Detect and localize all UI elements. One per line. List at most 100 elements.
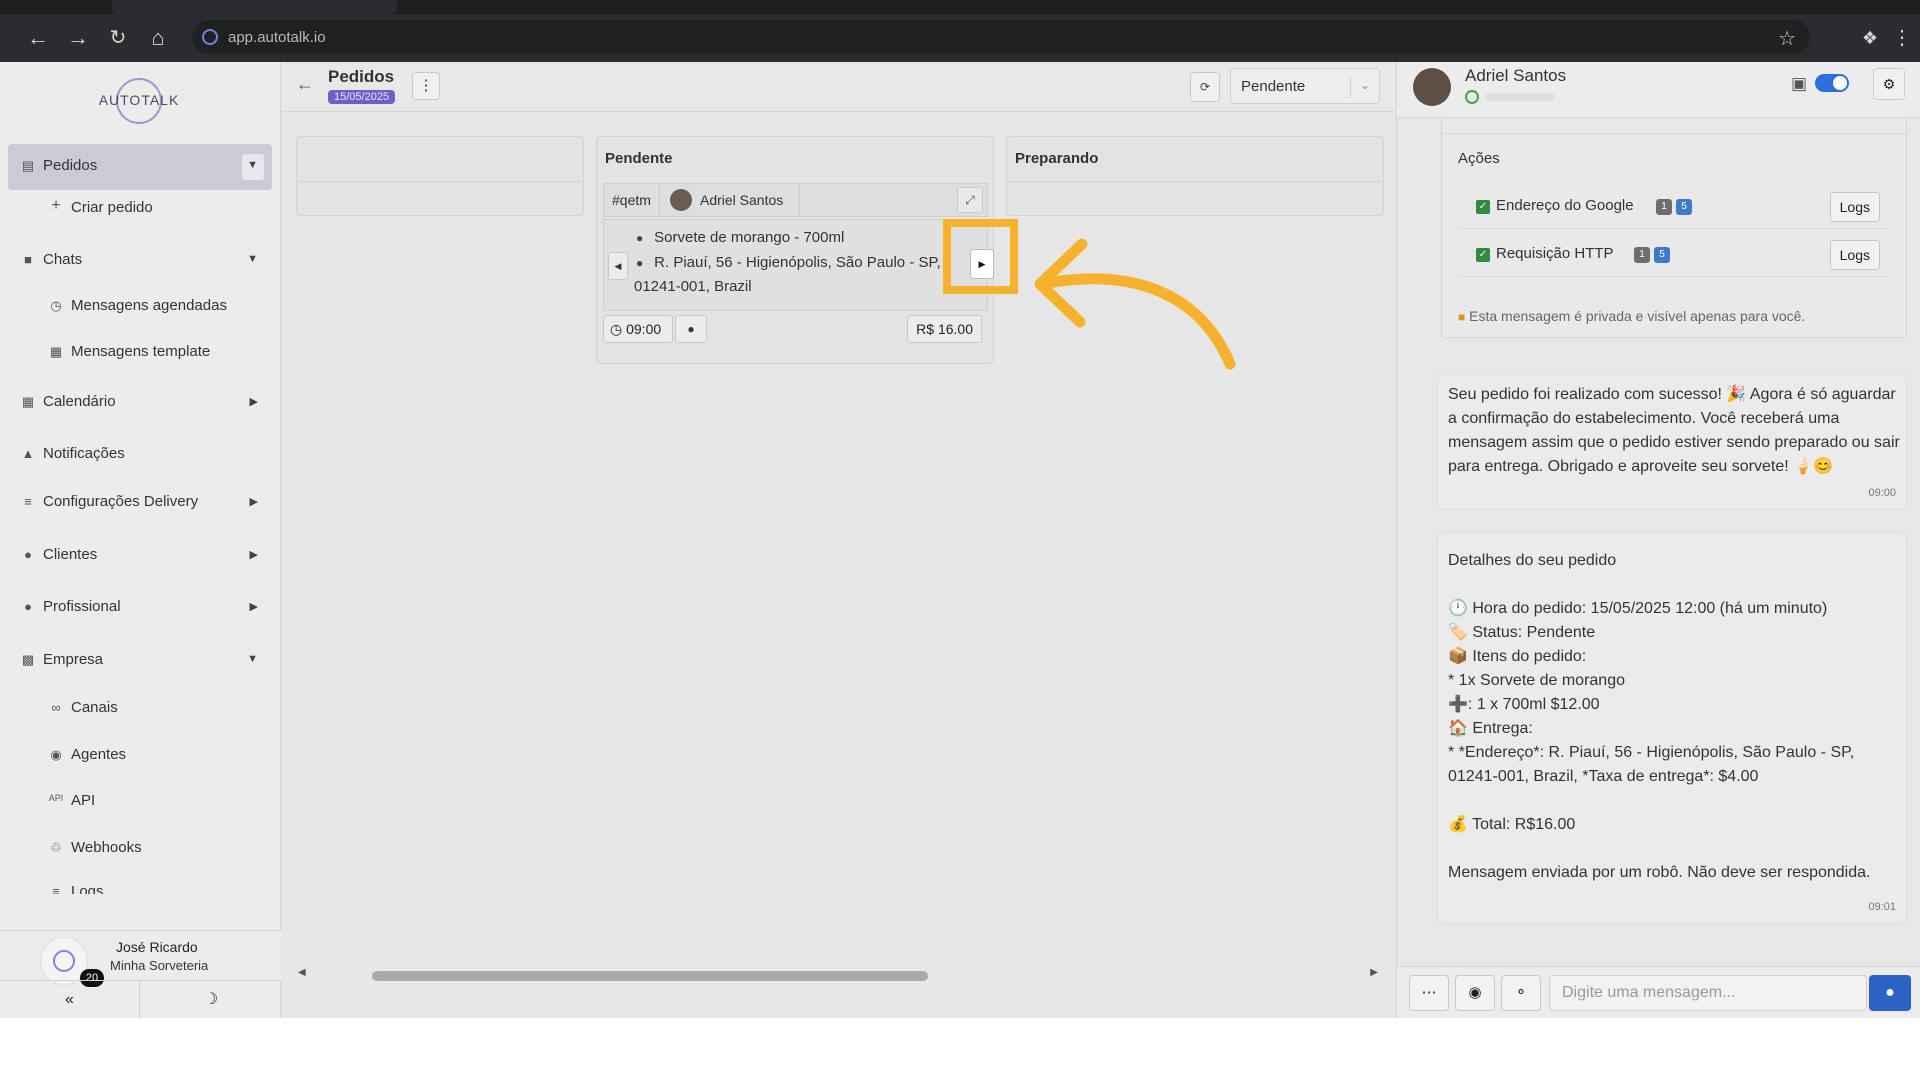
horizontal-scrollbar[interactable]: ◀ ▶: [296, 967, 1380, 983]
sidebar-item-agentes[interactable]: ◉ Agentes: [8, 733, 272, 777]
bot-toggle[interactable]: [1815, 74, 1849, 92]
chat-panel: Adriel Santos ▣ ⚙ Ações ✓ Endereço do Go…: [1396, 62, 1920, 1018]
more-icon[interactable]: ⋯: [1409, 975, 1449, 1011]
sidebar-item-webhooks[interactable]: ♲ Webhooks: [8, 826, 272, 870]
message-input[interactable]: Digite uma mensagem...: [1549, 975, 1867, 1011]
sidebar-item-logs[interactable]: ≡ Logs: [8, 870, 272, 894]
logs-button[interactable]: Logs: [1829, 192, 1880, 222]
extensions-icon[interactable]: ❖: [1858, 26, 1882, 50]
callout-arrow-icon: [1034, 238, 1236, 370]
actions-title: Ações: [1458, 150, 1500, 167]
user-name: José Ricardo: [116, 939, 198, 955]
sidebar-item-profissional[interactable]: ● Profissional ▶: [8, 585, 272, 629]
sidebar-item-label: Mensagens agendadas: [71, 297, 227, 314]
browser-menu-icon[interactable]: ⋮: [1890, 26, 1914, 50]
bookmark-star-icon[interactable]: ☆: [1778, 26, 1796, 51]
action-row: ✓ Endereço do Google 1 5 Logs: [1458, 185, 1888, 229]
template-icon: ▦: [49, 344, 63, 359]
sidebar-item-configuracoes-delivery[interactable]: ≡ Configurações Delivery ▶: [8, 480, 272, 524]
user-profile[interactable]: 20 José Ricardo Minha Sorveteria: [0, 930, 281, 987]
webhook-icon: ♲: [50, 840, 62, 855]
microphone-icon[interactable]: ●: [1869, 975, 1911, 1011]
address-bar[interactable]: app.autotalk.io ☆: [192, 20, 1810, 54]
sidebar-item-label: Calendário: [43, 393, 116, 410]
browser-tab-strip: [0, 0, 1920, 14]
sidebar-item-label: Profissional: [43, 598, 121, 615]
private-note-text: Esta mensagem é privada e visível apenas…: [1469, 308, 1806, 324]
sidebar-item-label: Mensagens template: [71, 343, 211, 360]
browser-toolbar: ← → ↻ ⌂ app.autotalk.io ☆ ❖ ⋮: [0, 14, 1920, 62]
sidebar-item-pedidos[interactable]: ▤ Pedidos ▼: [8, 144, 272, 190]
sidebar-item-label: Canais: [71, 699, 118, 716]
sidebar-item-chats[interactable]: ■ Chats ▼: [8, 238, 272, 282]
checkbox-checked-icon[interactable]: ✓: [1476, 248, 1490, 262]
scrollbar-thumb[interactable]: [372, 971, 928, 981]
attachment-icon[interactable]: ⚬: [1501, 975, 1541, 1011]
order-address-line-2: 01241-001, Brazil: [634, 278, 752, 295]
sidebar-item-api[interactable]: API API: [8, 779, 272, 823]
count-badge: 1: [1656, 199, 1672, 215]
chevron-right-icon: ▶: [249, 496, 258, 508]
order-code: #qetm: [604, 184, 660, 216]
robot-icon: ◉: [50, 747, 62, 762]
whatsapp-icon: [1465, 90, 1479, 104]
scroll-right-icon[interactable]: ▶: [1370, 967, 1378, 978]
sidebar-item-label: Chats: [43, 251, 83, 268]
checkbox-checked-icon[interactable]: ✓: [1476, 200, 1490, 214]
sidebar-item-label: Criar pedido: [71, 199, 153, 216]
more-options-icon[interactable]: ⋮: [412, 72, 440, 100]
sidebar-item-clientes[interactable]: ● Clientes ▶: [8, 533, 272, 577]
sidebar-item-criar-pedido[interactable]: + Criar pedido: [8, 186, 272, 230]
column-title: Preparando: [1015, 150, 1099, 167]
camera-icon[interactable]: ◉: [1455, 975, 1495, 1011]
api-icon: API: [48, 793, 64, 803]
order-item-line: ● Sorvete de morango - 700ml: [636, 229, 844, 246]
dark-mode-moon-icon[interactable]: ☽: [141, 981, 281, 1018]
reload-icon[interactable]: ↻: [106, 26, 130, 50]
home-icon[interactable]: ⌂: [146, 26, 170, 50]
sidebar-item-calendario[interactable]: ▦ Calendário ▶: [8, 380, 272, 424]
map-pin-icon: ●: [636, 256, 644, 270]
forward-icon[interactable]: →: [66, 26, 90, 50]
status-filter-select[interactable]: Pendente ⌄: [1230, 68, 1380, 104]
sidebar-item-canais[interactable]: ∞ Canais: [8, 686, 272, 730]
gear-icon[interactable]: ⚙: [1873, 68, 1905, 100]
robot-icon: ▣: [1791, 74, 1808, 93]
sidebar-item-label: Clientes: [43, 546, 98, 563]
board-header: ← Pedidos 15/05/2025 ⋮ ⟳ Pendente ⌄: [282, 62, 1395, 112]
scroll-left-icon[interactable]: ◀: [298, 967, 306, 978]
move-left-button[interactable]: ◀: [608, 252, 628, 280]
order-address-line: ● R. Piauí, 56 - Higienópolis, São Paulo…: [636, 254, 941, 271]
site-icon: [202, 29, 218, 45]
sidebar-item-empresa[interactable]: ▩ Empresa ▼: [8, 638, 272, 682]
message-composer: ⋯ ◉ ⚬ Digite uma mensagem... ●: [1397, 966, 1920, 1018]
back-icon[interactable]: ←: [26, 26, 50, 50]
private-note: ■ Esta mensagem é privada e visível apen…: [1458, 308, 1805, 324]
contact-name: Adriel Santos: [1465, 66, 1567, 85]
logs-button[interactable]: Logs: [1829, 240, 1880, 270]
message-time: 09:00: [1868, 487, 1896, 499]
order-time-chip[interactable]: ◷ 09:00: [603, 315, 673, 343]
order-card-header[interactable]: #qetm Adriel Santos ⤢: [603, 183, 988, 217]
order-card-body[interactable]: ◀ ● Sorvete de morango - 700ml ● R. Piau…: [603, 219, 994, 311]
logo: AUTOTALK: [98, 76, 180, 124]
map-pin-icon[interactable]: ●: [675, 315, 707, 343]
chat-message: Seu pedido foi realizado com sucesso! 🎉 …: [1437, 374, 1907, 510]
back-arrow-icon[interactable]: ←: [296, 74, 314, 95]
date-badge[interactable]: 15/05/2025: [328, 90, 396, 104]
browser-tab[interactable]: [112, 0, 397, 14]
sidebar-item-label: Agentes: [71, 746, 127, 763]
action-label: Endereço do Google: [1496, 197, 1634, 214]
bell-icon: ▲: [21, 446, 35, 461]
order-time: 09:00: [626, 321, 662, 337]
collapse-sidebar-icon[interactable]: «: [0, 981, 140, 1018]
contact-subtitle-placeholder: [1485, 93, 1555, 101]
expand-icon[interactable]: ⤢: [957, 187, 983, 213]
sidebar-item-notificacoes[interactable]: ▲ Notificações: [8, 432, 272, 476]
action-row: ✓ Requisição HTTP 1 5 Logs: [1458, 233, 1888, 277]
chevron-down-icon: ▼: [247, 653, 258, 665]
refresh-icon[interactable]: ⟳: [1190, 72, 1220, 102]
sidebar-item-mensagens-agendadas[interactable]: ◷ Mensagens agendadas: [8, 284, 272, 328]
sidebar-item-mensagens-template[interactable]: ▦ Mensagens template: [8, 330, 272, 374]
calendar-icon: ▦: [21, 394, 35, 409]
